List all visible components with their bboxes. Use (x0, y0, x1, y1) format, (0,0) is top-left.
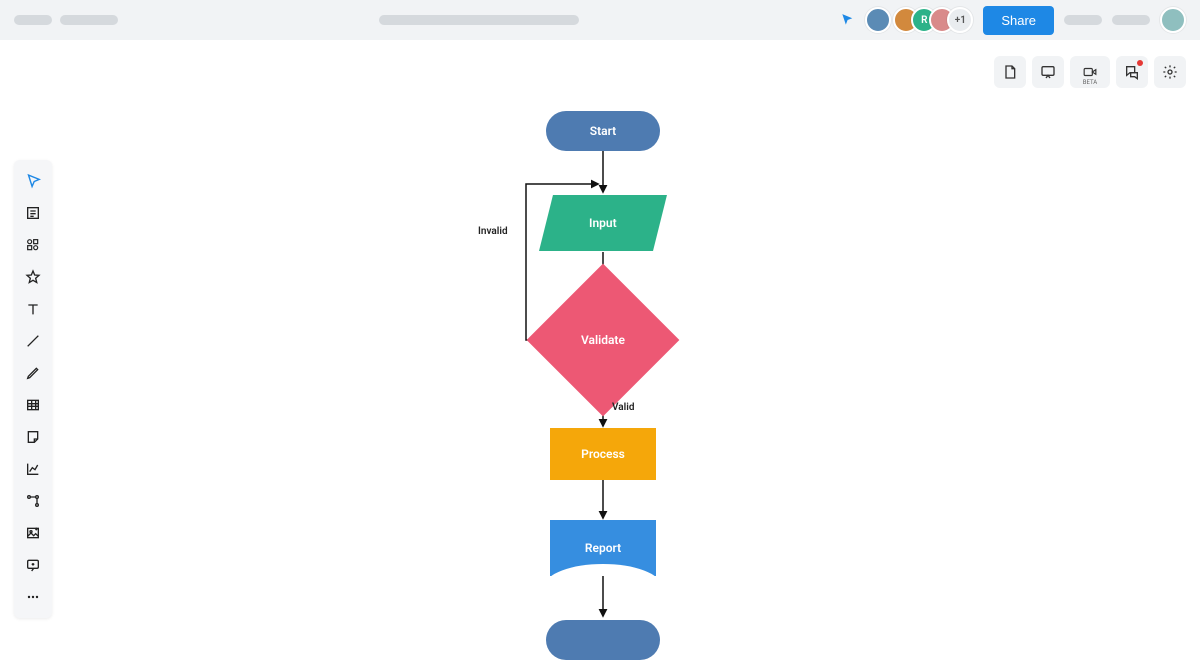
avatar-user-1[interactable] (865, 7, 891, 33)
avatar-overflow[interactable]: +1 (947, 7, 973, 33)
video-icon[interactable]: BETA (1070, 56, 1110, 88)
edge-label-valid: Valid (612, 402, 634, 413)
breadcrumb-placeholder (14, 15, 52, 25)
text-tool-icon[interactable] (17, 294, 49, 324)
shapes-tool-icon[interactable] (17, 230, 49, 260)
breadcrumb-placeholder (60, 15, 118, 25)
pen-tool-icon[interactable] (17, 358, 49, 388)
top-bar: R +1 Share (0, 0, 1200, 40)
select-tool-icon[interactable] (17, 166, 49, 196)
flowchart-process-node[interactable]: Process (550, 428, 656, 480)
flowchart-report-node[interactable]: Report (550, 520, 656, 576)
more-tools-icon[interactable] (17, 582, 49, 612)
edge-label-invalid: Invalid (478, 226, 508, 237)
flowchart-input-node[interactable]: Input (539, 195, 667, 251)
sticky-note-tool-icon[interactable] (17, 422, 49, 452)
comment-tool-icon[interactable] (17, 550, 49, 580)
frame-tool-icon[interactable] (17, 198, 49, 228)
avatar-group: R +1 (901, 7, 973, 33)
chat-icon[interactable] (1116, 56, 1148, 88)
avatar-me[interactable] (1160, 7, 1186, 33)
connector-tool-icon[interactable] (17, 486, 49, 516)
page-icon[interactable] (994, 56, 1026, 88)
canvas-action-bar: BETA (994, 56, 1186, 88)
left-toolbar (14, 160, 52, 618)
flowchart-start-node[interactable]: Start (546, 111, 660, 151)
flowchart-validate-node[interactable]: Validate (527, 264, 680, 417)
share-button[interactable]: Share (983, 6, 1054, 35)
flowchart-end-node[interactable] (546, 620, 660, 660)
canvas[interactable]: Start Input Validate Process Report Inva… (0, 40, 1200, 630)
line-tool-icon[interactable] (17, 326, 49, 356)
comment-icon[interactable] (1032, 56, 1064, 88)
title-placeholder (379, 15, 579, 25)
table-tool-icon[interactable] (17, 390, 49, 420)
image-tool-icon[interactable] (17, 518, 49, 548)
notification-dot (1137, 60, 1143, 66)
beta-label: BETA (1083, 79, 1097, 86)
menu-placeholder[interactable] (1112, 15, 1150, 25)
menu-placeholder[interactable] (1064, 15, 1102, 25)
topbar-left (14, 15, 118, 25)
chart-tool-icon[interactable] (17, 454, 49, 484)
settings-icon[interactable] (1154, 56, 1186, 88)
star-tool-icon[interactable] (17, 262, 49, 292)
presence-cursor-icon (839, 12, 855, 28)
